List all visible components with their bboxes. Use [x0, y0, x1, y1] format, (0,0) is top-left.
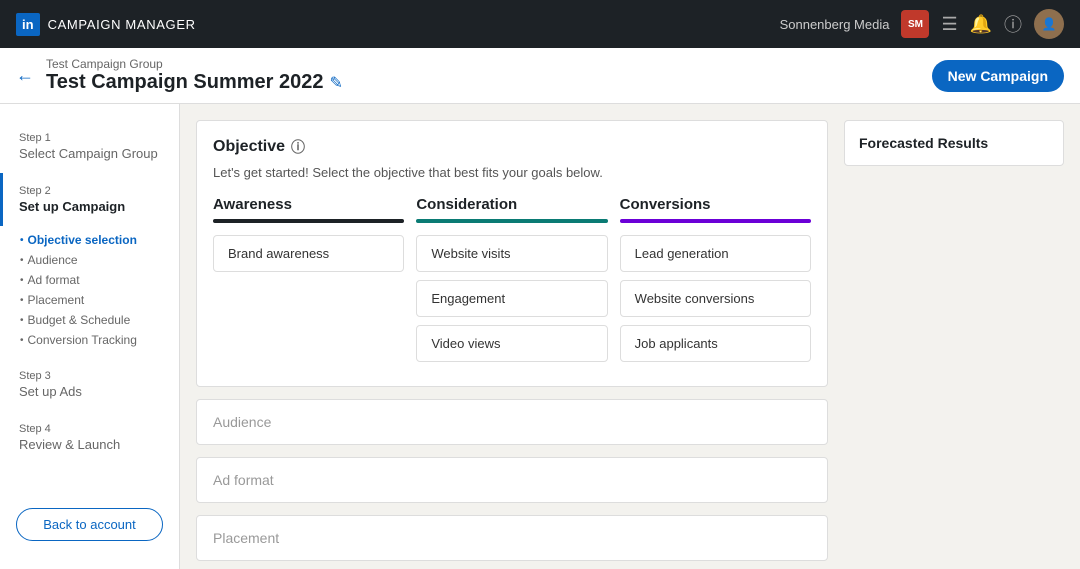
sidebar-bottom: Back to account: [0, 496, 179, 553]
audience-section[interactable]: Audience: [196, 399, 828, 445]
top-nav: in CAMPAIGN MANAGER Sonnenberg Media SM …: [0, 0, 1080, 48]
step4-block: Step 4 Review & Launch: [0, 411, 179, 464]
step3-title: Set up Ads: [19, 384, 163, 399]
sidebar: Step 1 Select Campaign Group Step 2 Set …: [0, 104, 180, 569]
step2-block: Step 2 Set up Campaign: [0, 173, 179, 226]
ad-format-section[interactable]: Ad format: [196, 457, 828, 503]
main-content: Objective ⓘ Let's get started! Select th…: [196, 120, 828, 553]
new-campaign-button[interactable]: New Campaign: [932, 60, 1064, 92]
lead-generation-option[interactable]: Lead generation: [620, 235, 811, 272]
job-applicants-option[interactable]: Job applicants: [620, 325, 811, 362]
back-arrow-icon[interactable]: ←: [16, 65, 34, 86]
placement-section[interactable]: Placement: [196, 515, 828, 561]
consideration-column: Consideration Website visits Engagement …: [416, 196, 607, 370]
step1-title: Select Campaign Group: [19, 146, 163, 161]
sidebar-item-objective-selection[interactable]: Objective selection: [20, 230, 163, 250]
step3-block: Step 3 Set up Ads: [0, 358, 179, 411]
objective-subtitle: Let's get started! Select the objective …: [213, 165, 811, 180]
help-icon[interactable]: ⓘ: [1004, 11, 1022, 37]
forecasted-card: Forecasted Results: [844, 120, 1064, 166]
sidebar-steps: Step 1 Select Campaign Group Step 2 Set …: [0, 120, 179, 496]
conversions-header: Conversions: [620, 196, 811, 213]
brand-awareness-option[interactable]: Brand awareness: [213, 235, 404, 272]
conversions-bar: [620, 219, 811, 223]
step1-number: Step 1: [19, 132, 163, 144]
sub-header-left: ← Test Campaign Group Test Campaign Summ…: [16, 57, 343, 94]
engagement-option[interactable]: Engagement: [416, 280, 607, 317]
account-logo: SM: [901, 10, 929, 38]
website-visits-option[interactable]: Website visits: [416, 235, 607, 272]
bell-icon[interactable]: ☰: [941, 14, 957, 35]
video-views-option[interactable]: Video views: [416, 325, 607, 362]
awareness-header: Awareness: [213, 196, 404, 213]
step3-number: Step 3: [19, 370, 163, 382]
main-layout: Step 1 Select Campaign Group Step 2 Set …: [0, 104, 1080, 569]
campaign-title: Test Campaign Summer 2022: [46, 71, 324, 94]
forecasted-title: Forecasted Results: [859, 135, 1049, 151]
awareness-column: Awareness Brand awareness: [213, 196, 404, 370]
campaign-info: Test Campaign Group Test Campaign Summer…: [46, 57, 343, 94]
website-conversions-option[interactable]: Website conversions: [620, 280, 811, 317]
app-name: CAMPAIGN MANAGER: [48, 17, 196, 32]
avatar[interactable]: 👤: [1034, 9, 1064, 39]
step1-block: Step 1 Select Campaign Group: [0, 120, 179, 173]
objective-card: Objective ⓘ Let's get started! Select th…: [196, 120, 828, 387]
step4-title: Review & Launch: [19, 437, 163, 452]
objective-info-icon[interactable]: ⓘ: [291, 137, 305, 157]
linkedin-logo: in: [16, 13, 40, 36]
step2-sub-items: Objective selection Audience Ad format P…: [0, 226, 179, 358]
awareness-bar: [213, 219, 404, 223]
sidebar-item-budget-schedule[interactable]: Budget & Schedule: [20, 310, 163, 330]
objective-card-title: Objective ⓘ: [213, 137, 811, 157]
consideration-header: Consideration: [416, 196, 607, 213]
campaign-group-label: Test Campaign Group: [46, 57, 343, 71]
objective-columns: Awareness Brand awareness Consideration …: [213, 196, 811, 370]
notification-icon[interactable]: 🔔: [970, 14, 992, 35]
sidebar-item-placement[interactable]: Placement: [20, 290, 163, 310]
sub-header: ← Test Campaign Group Test Campaign Summ…: [0, 48, 1080, 104]
step4-number: Step 4: [19, 423, 163, 435]
sidebar-item-conversion-tracking[interactable]: Conversion Tracking: [20, 330, 163, 350]
nav-left: in CAMPAIGN MANAGER: [16, 13, 196, 36]
sidebar-item-audience[interactable]: Audience: [20, 250, 163, 270]
back-to-account-button[interactable]: Back to account: [16, 508, 163, 541]
sidebar-item-ad-format[interactable]: Ad format: [20, 270, 163, 290]
conversions-column: Conversions Lead generation Website conv…: [620, 196, 811, 370]
step2-number: Step 2: [19, 185, 163, 197]
edit-icon[interactable]: ✎: [330, 73, 343, 93]
account-name: Sonnenberg Media: [780, 17, 890, 32]
consideration-bar: [416, 219, 607, 223]
step2-title: Set up Campaign: [19, 199, 163, 214]
forecasted-panel: Forecasted Results: [844, 120, 1064, 553]
content-area: Objective ⓘ Let's get started! Select th…: [180, 104, 1080, 569]
nav-right: Sonnenberg Media SM ☰ 🔔 ⓘ 👤: [780, 9, 1064, 39]
